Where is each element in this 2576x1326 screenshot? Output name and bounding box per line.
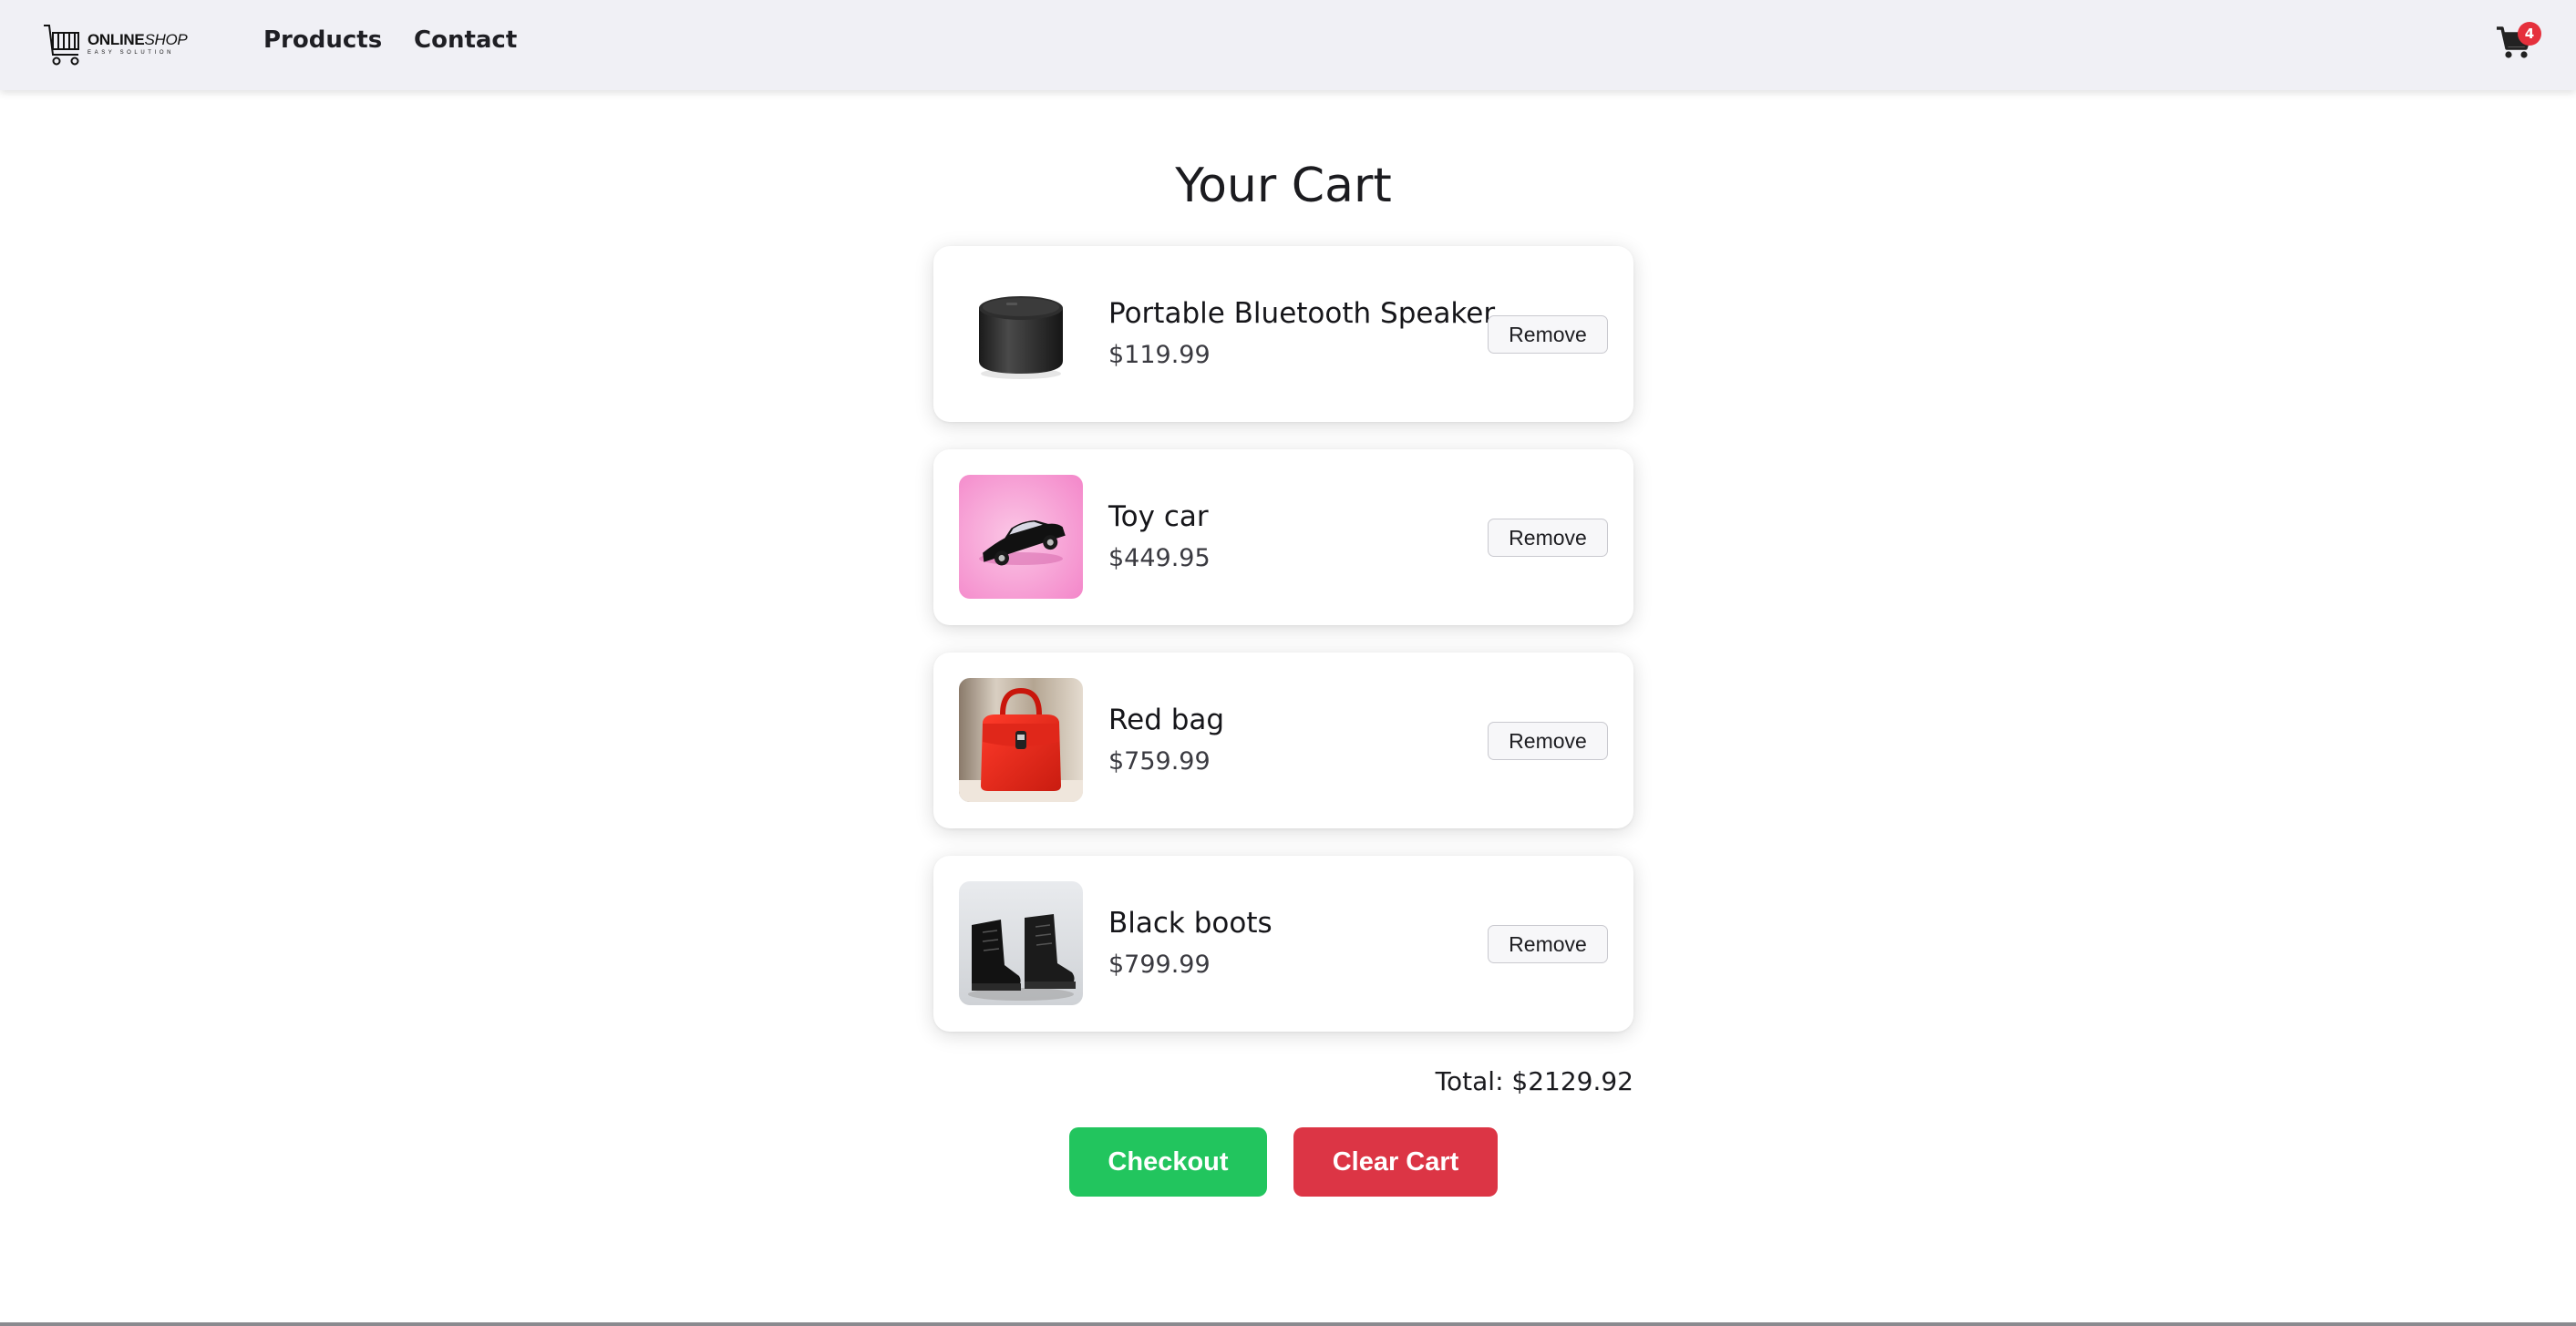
checkout-button[interactable]: Checkout (1069, 1127, 1267, 1197)
item-name: Toy car (1108, 500, 1209, 533)
logo-text-main: ONLINE (88, 31, 145, 48)
cart-item: Red bag $759.99 Remove (933, 653, 1633, 828)
product-image-red-bag (959, 678, 1083, 802)
page-bottom-border (0, 1322, 2576, 1326)
remove-button[interactable]: Remove (1488, 722, 1608, 760)
cart-count-badge: 4 (2518, 22, 2541, 46)
top-navbar: ONLINESHOP EASY SOLUTION Products Contac… (0, 0, 2576, 90)
cart-logo-icon (44, 25, 79, 66)
page-title: Your Cart (1175, 159, 1392, 213)
remove-button[interactable]: Remove (1488, 315, 1608, 354)
product-image-black-boots (959, 881, 1083, 1005)
item-price: $799.99 (1108, 951, 1211, 979)
remove-button[interactable]: Remove (1488, 925, 1608, 963)
cart-item: Portable Bluetooth Speaker $119.99 Remov… (933, 246, 1633, 422)
nav-contact-link[interactable]: Contact (414, 26, 517, 54)
cart-item: Toy car $449.95 Remove (933, 449, 1633, 625)
item-name: Portable Bluetooth Speaker (1108, 297, 1496, 330)
item-price: $119.99 (1108, 341, 1211, 369)
cart-total: Total: $2129.92 (1435, 1066, 1633, 1096)
cart-item-list: Portable Bluetooth Speaker $119.99 Remov… (933, 246, 1633, 1059)
product-image-toy-car (959, 475, 1083, 599)
remove-button[interactable]: Remove (1488, 519, 1608, 557)
item-name: Black boots (1108, 907, 1273, 940)
item-price: $759.99 (1108, 747, 1211, 776)
item-name: Red bag (1108, 704, 1225, 736)
cart-item: Black boots $799.99 Remove (933, 856, 1633, 1032)
shop-logo[interactable]: ONLINESHOP EASY SOLUTION (42, 20, 188, 67)
nav-products-link[interactable]: Products (263, 26, 382, 54)
logo-text-accent: SHOP (144, 31, 188, 48)
item-price: $449.95 (1108, 544, 1211, 572)
cart-button[interactable]: 4 (2494, 22, 2541, 62)
product-image-speaker (959, 272, 1083, 396)
clear-cart-button[interactable]: Clear Cart (1293, 1127, 1498, 1197)
logo-tagline: EASY SOLUTION (88, 50, 175, 56)
